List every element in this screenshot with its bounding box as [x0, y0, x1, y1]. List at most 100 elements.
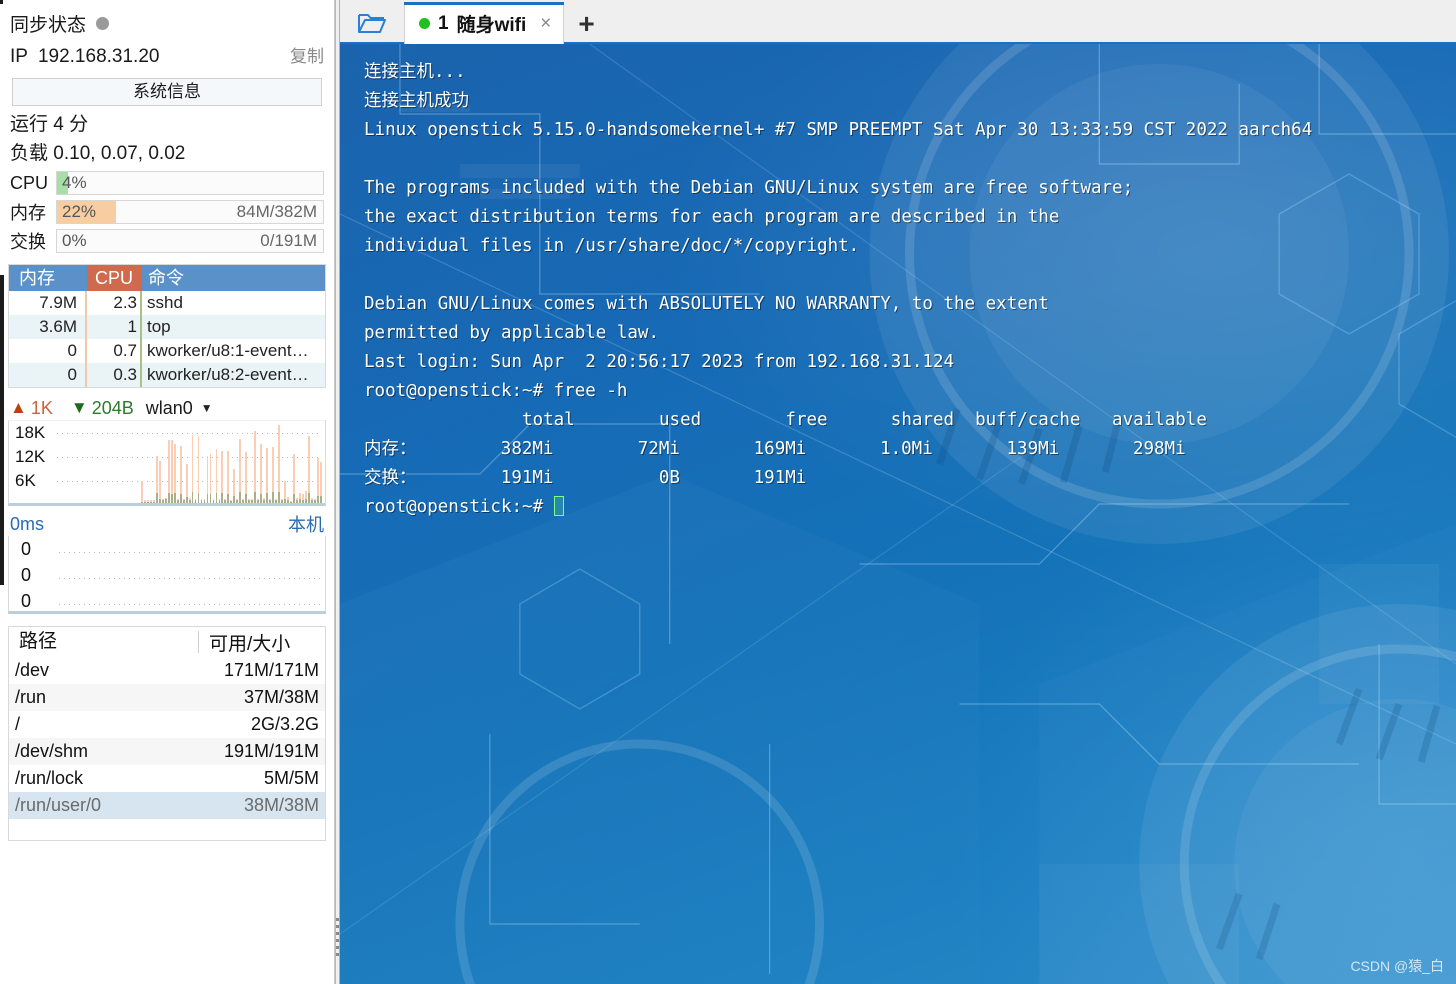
meter-cpu-bar: 4%: [56, 171, 324, 195]
cell-cpu: 0.7: [87, 339, 142, 363]
ping-latency-value: 0ms: [10, 513, 45, 534]
cell-cpu: 1: [87, 315, 142, 339]
terminal-output[interactable]: 连接主机... 连接主机成功 Linux openstick 5.15.0-ha…: [340, 44, 1456, 522]
splitter-grip-icon[interactable]: [336, 918, 339, 956]
sync-status-indicator-icon: [96, 17, 110, 30]
y-tick-label: 18K: [15, 423, 46, 442]
close-icon[interactable]: ×: [540, 13, 551, 35]
cell-path: /run/lock: [15, 768, 84, 788]
upload-rate: 1K: [30, 397, 53, 418]
column-header-command[interactable]: 命令: [142, 265, 325, 291]
tab-suishen-wifi[interactable]: 1 随身wifi ×: [404, 2, 565, 44]
network-chart-y-axis: 18K 12K 6K: [15, 421, 45, 493]
terminal-pane: 1 随身wifi × + 连接主机... 连接主机成功 Linux openst…: [340, 0, 1456, 984]
ping-chart-y-axis: 0 0 0: [21, 536, 31, 614]
table-row[interactable]: 0 0.3 kworker/u8:2-event…: [9, 363, 325, 387]
ping-latency-chart: 0 0 0: [8, 536, 326, 614]
sync-status-label: 同步状态: [10, 15, 87, 36]
cell-command: kworker/u8:1-event…: [147, 341, 309, 360]
terminal-surface[interactable]: 连接主机... 连接主机成功 Linux openstick 5.15.0-ha…: [340, 44, 1456, 984]
meter-cpu: CPU 4%: [10, 170, 324, 196]
ping-header: 0ms 本机: [0, 506, 334, 536]
ip-row: IP 192.168.31.20 复制: [0, 38, 334, 70]
network-chart-bars: [57, 421, 322, 503]
download-rate: 204B: [91, 397, 134, 418]
gridline: [59, 578, 322, 579]
download-arrow-icon: ▼: [70, 398, 88, 417]
meter-swap-detail: 0/191M: [260, 231, 317, 250]
tab-label: 随身wifi: [456, 15, 527, 36]
cell-size: 2G/3.2G: [250, 714, 319, 734]
y-tick-label: 12K: [15, 447, 46, 466]
network-header: ▲ 1K ▼ 204B wlan0 ▼: [0, 388, 334, 420]
meter-swap-bar: 0% 0/191M: [56, 229, 324, 253]
sync-status-row: 同步状态: [0, 0, 334, 38]
table-row[interactable]: 0 0.7 kworker/u8:1-event…: [9, 339, 325, 363]
cell-path: /run: [15, 687, 47, 707]
process-table-header: 内存 CPU 命令: [9, 265, 325, 291]
meter-cpu-label: CPU: [10, 172, 49, 193]
column-header-size[interactable]: 可用/大小: [199, 629, 290, 656]
cell-memory: 0: [9, 339, 87, 363]
column-header-cpu[interactable]: CPU: [87, 265, 142, 291]
ping-host-label[interactable]: 本机: [288, 511, 324, 537]
cell-path: /dev/shm: [15, 741, 89, 761]
watermark-label: CSDN @猿_白: [1350, 958, 1444, 974]
copy-ip-button[interactable]: 复制: [290, 42, 324, 67]
ip-value: 192.168.31.20: [37, 46, 160, 67]
process-table[interactable]: 内存 CPU 命令 7.9M 2.3 sshd 3.6M 1 top 0 0.7…: [8, 264, 326, 388]
new-tab-button[interactable]: +: [564, 8, 608, 44]
list-item[interactable]: /run/lock 5M/5M: [9, 765, 325, 792]
table-row[interactable]: 7.9M 2.3 sshd: [9, 291, 325, 315]
ip-label: IP: [10, 46, 28, 67]
column-header-path[interactable]: 路径: [9, 631, 199, 653]
cell-cpu: 0.3: [87, 363, 142, 387]
chevron-down-icon[interactable]: ▼: [201, 401, 213, 415]
cell-memory: 3.6M: [9, 315, 87, 339]
upload-arrow-icon: ▲: [10, 398, 27, 417]
status-sidebar: 同步状态 IP 192.168.31.20 复制 系统信息 运行 4 分 负载 …: [0, 0, 335, 984]
sidebar-edge-strip-top: [0, 0, 3, 4]
tab-status-dot-icon: [419, 18, 430, 29]
sidebar-edge-strip: [0, 275, 4, 585]
app-window: 同步状态 IP 192.168.31.20 复制 系统信息 运行 4 分 负载 …: [0, 0, 1456, 984]
meter-cpu-percent: 4%: [62, 173, 87, 192]
terminal-cursor: [553, 496, 564, 516]
tab-index: 1: [438, 12, 449, 34]
cell-path: /run/user/0: [15, 795, 102, 815]
list-item[interactable]: /dev 171M/171M: [9, 657, 325, 684]
cell-size: 191M/191M: [223, 741, 319, 761]
system-info-button[interactable]: 系统信息: [12, 78, 322, 106]
meter-memory-bar: 22% 84M/382M: [56, 200, 324, 224]
cell-memory: 7.9M: [9, 291, 87, 315]
y-tick-label: 6K: [15, 471, 36, 490]
list-item[interactable]: / 2G/3.2G: [9, 711, 325, 738]
cell-size: 38M/38M: [243, 795, 319, 815]
filesystem-table-header: 路径 可用/大小: [9, 627, 325, 657]
cell-size: 171M/171M: [223, 660, 319, 680]
cell-path: /dev: [15, 660, 50, 680]
list-item[interactable]: /dev/shm 191M/191M: [9, 738, 325, 765]
cell-command: top: [147, 317, 171, 336]
open-folder-icon[interactable]: [344, 4, 400, 44]
uptime-label: 运行 4 分: [10, 114, 89, 135]
cell-path: /: [15, 714, 21, 734]
load-average-label: 负载 0.10, 0.07, 0.02: [10, 143, 186, 164]
cell-size: 5M/5M: [263, 768, 319, 788]
y-tick-label: 0: [21, 591, 32, 611]
cell-memory: 0: [9, 363, 87, 387]
network-interface-label[interactable]: wlan0: [146, 398, 193, 419]
meter-swap-percent: 0%: [62, 231, 87, 250]
meter-memory-label: 内存: [10, 203, 46, 223]
cell-command: kworker/u8:2-event…: [147, 365, 309, 384]
list-item[interactable]: /run/user/0 38M/38M: [9, 792, 325, 819]
meter-memory-detail: 84M/382M: [236, 202, 317, 221]
network-throughput-chart: 18K 12K 6K: [8, 420, 326, 506]
meter-swap: 交换 0% 0/191M: [10, 228, 324, 254]
list-item[interactable]: /run 37M/38M: [9, 684, 325, 711]
filesystem-table[interactable]: 路径 可用/大小 /dev 171M/171M /run 37M/38M / 2…: [8, 626, 326, 841]
table-row[interactable]: 3.6M 1 top: [9, 315, 325, 339]
y-tick-label: 0: [21, 565, 32, 585]
cell-cpu: 2.3: [87, 291, 142, 315]
column-header-memory[interactable]: 内存: [9, 265, 87, 291]
